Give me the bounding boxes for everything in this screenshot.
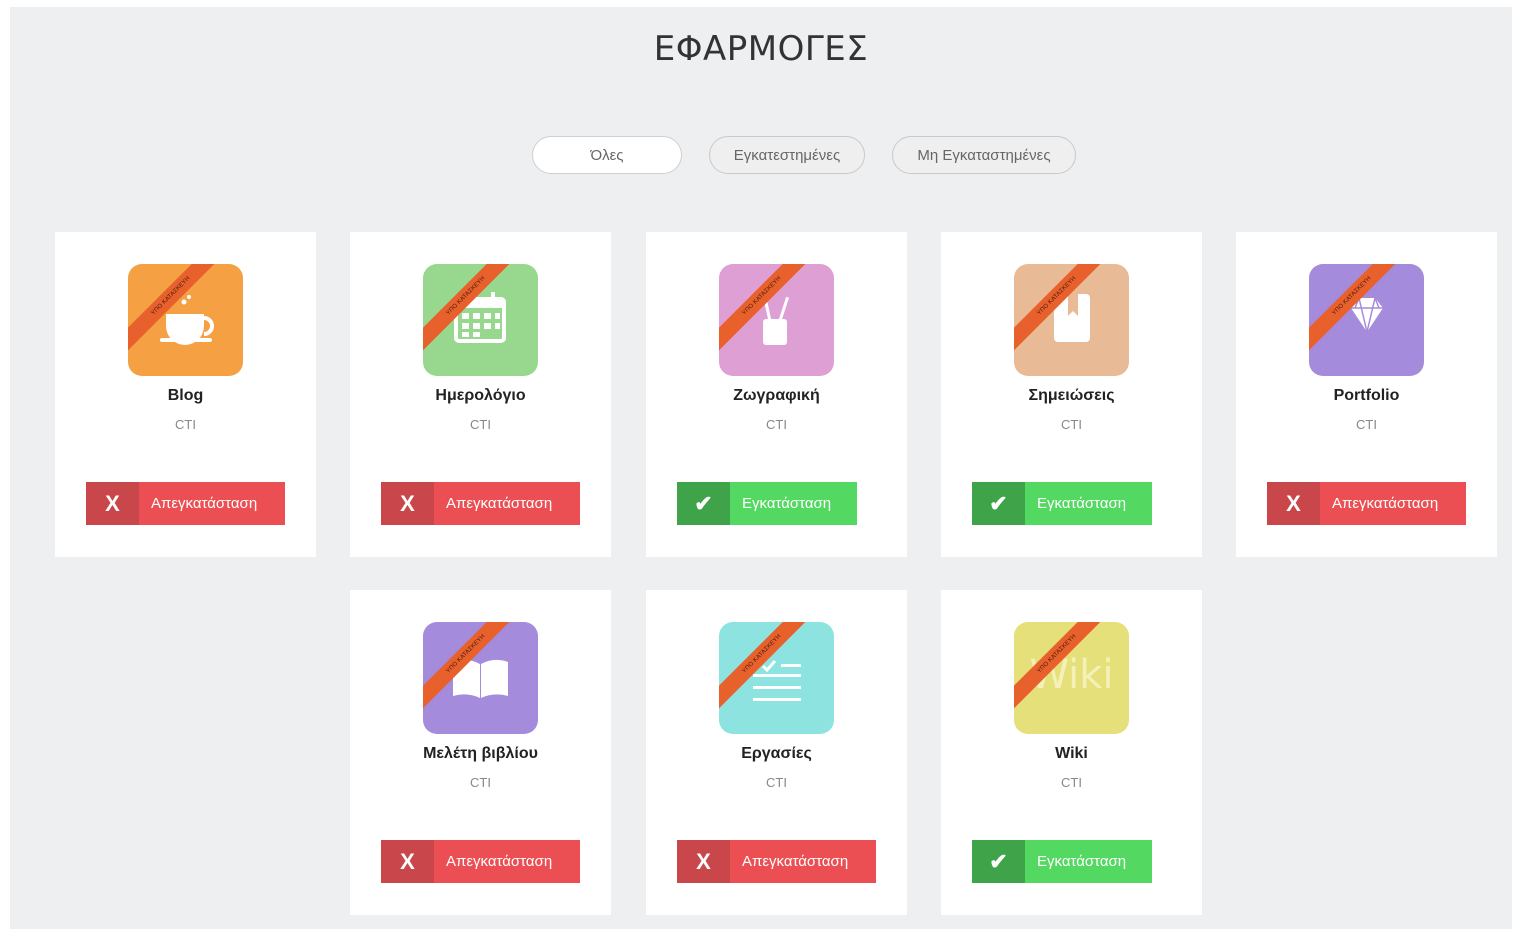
app-vendor: CTI: [1356, 417, 1377, 432]
close-icon: X: [381, 840, 434, 883]
action-label: Απεγκατάσταση: [1320, 482, 1466, 525]
coffee-cup-icon[interactable]: ΥΠΟ ΚΑΤΑΣΚΕΥΗ: [128, 264, 243, 376]
wiki-icon[interactable]: Wiki ΥΠΟ ΚΑΤΑΣΚΕΥΗ: [1014, 622, 1129, 734]
page-title: ΕΦΑΡΜΟΓΕΣ: [653, 29, 869, 69]
action-label: Απεγκατάσταση: [730, 840, 876, 883]
app-card: ΥΠΟ ΚΑΤΑΣΚΕΥΗ Portfolio CTI X Απεγκατάσταση: [1236, 232, 1497, 557]
uninstall-button[interactable]: X Απεγκατάσταση: [677, 840, 876, 883]
filter-not-installed-button[interactable]: Μη Εγκαταστημένες: [892, 136, 1076, 174]
action-label: Εγκατάσταση: [1025, 482, 1152, 525]
app-card: ΥΠΟ ΚΑΤΑΣΚΕΥΗ Σημειώσεις CTI ✔ Εγκατάσταση: [941, 232, 1202, 557]
app-card: ΥΠΟ ΚΑΤΑΣΚΕΥΗ Εργασίες CTI X Απεγκατάσταση: [646, 590, 907, 915]
action-label: Απεγκατάσταση: [434, 840, 580, 883]
apps-page: ΕΦΑΡΜΟΓΕΣ Όλες Εγκατεστημένες Μη Εγκατασ…: [10, 7, 1512, 929]
app-name: Wiki: [1055, 745, 1088, 762]
app-vendor: CTI: [766, 417, 787, 432]
close-icon: X: [1267, 482, 1320, 525]
app-vendor: CTI: [1061, 417, 1082, 432]
calendar-icon[interactable]: ΥΠΟ ΚΑΤΑΣΚΕΥΗ: [423, 264, 538, 376]
close-icon: X: [86, 482, 139, 525]
app-name: Ημερολόγιο: [435, 387, 526, 404]
diamond-icon[interactable]: ΥΠΟ ΚΑΤΑΣΚΕΥΗ: [1309, 264, 1424, 376]
app-vendor: CTI: [766, 775, 787, 790]
app-name: Εργασίες: [741, 745, 812, 762]
uninstall-button[interactable]: X Απεγκατάσταση: [1267, 482, 1466, 525]
brush-cup-icon[interactable]: ΥΠΟ ΚΑΤΑΣΚΕΥΗ: [719, 264, 834, 376]
app-name: Portfolio: [1333, 387, 1400, 404]
install-button[interactable]: ✔ Εγκατάσταση: [972, 840, 1152, 883]
app-card: ΥΠΟ ΚΑΤΑΣΚΕΥΗ Μελέτη βιβλίου CTI X Απεγκατάσ…: [350, 590, 611, 915]
action-label: Εγκατάσταση: [1025, 840, 1152, 883]
open-book-icon[interactable]: ΥΠΟ ΚΑΤΑΣΚΕΥΗ: [423, 622, 538, 734]
close-icon: X: [677, 840, 730, 883]
filter-installed-button[interactable]: Εγκατεστημένες: [709, 136, 865, 174]
filter-all-button[interactable]: Όλες: [532, 136, 682, 174]
app-name: Ζωγραφική: [733, 387, 820, 404]
app-card: Wiki ΥΠΟ ΚΑΤΑΣΚΕΥΗ Wiki CTI ✔ Εγκατάσταση: [941, 590, 1202, 915]
action-label: Απεγκατάσταση: [139, 482, 285, 525]
install-button[interactable]: ✔ Εγκατάσταση: [972, 482, 1152, 525]
uninstall-button[interactable]: X Απεγκατάσταση: [381, 482, 580, 525]
install-button[interactable]: ✔ Εγκατάσταση: [677, 482, 857, 525]
app-vendor: CTI: [175, 417, 196, 432]
notebook-icon[interactable]: ΥΠΟ ΚΑΤΑΣΚΕΥΗ: [1014, 264, 1129, 376]
close-icon: X: [381, 482, 434, 525]
app-name: Μελέτη βιβλίου: [423, 745, 538, 762]
check-icon: ✔: [677, 482, 730, 525]
app-card: ΥΠΟ ΚΑΤΑΣΚΕΥΗ Ημερολόγιο CTI X Απεγκατάσταση: [350, 232, 611, 557]
task-list-icon[interactable]: ΥΠΟ ΚΑΤΑΣΚΕΥΗ: [719, 622, 834, 734]
uninstall-button[interactable]: X Απεγκατάσταση: [381, 840, 580, 883]
action-label: Εγκατάσταση: [730, 482, 857, 525]
uninstall-button[interactable]: X Απεγκατάσταση: [86, 482, 285, 525]
app-vendor: CTI: [1061, 775, 1082, 790]
app-card: ΥΠΟ ΚΑΤΑΣΚΕΥΗ Ζωγραφική CTI ✔ Εγκατάσταση: [646, 232, 907, 557]
app-vendor: CTI: [470, 417, 491, 432]
check-icon: ✔: [972, 482, 1025, 525]
app-vendor: CTI: [470, 775, 491, 790]
app-name: Blog: [167, 387, 204, 404]
action-label: Απεγκατάσταση: [434, 482, 580, 525]
check-icon: ✔: [972, 840, 1025, 883]
app-card: ΥΠΟ ΚΑΤΑΣΚΕΥΗ Blog CTI X Απεγκατάσταση: [55, 232, 316, 557]
app-name: Σημειώσεις: [1028, 387, 1115, 404]
